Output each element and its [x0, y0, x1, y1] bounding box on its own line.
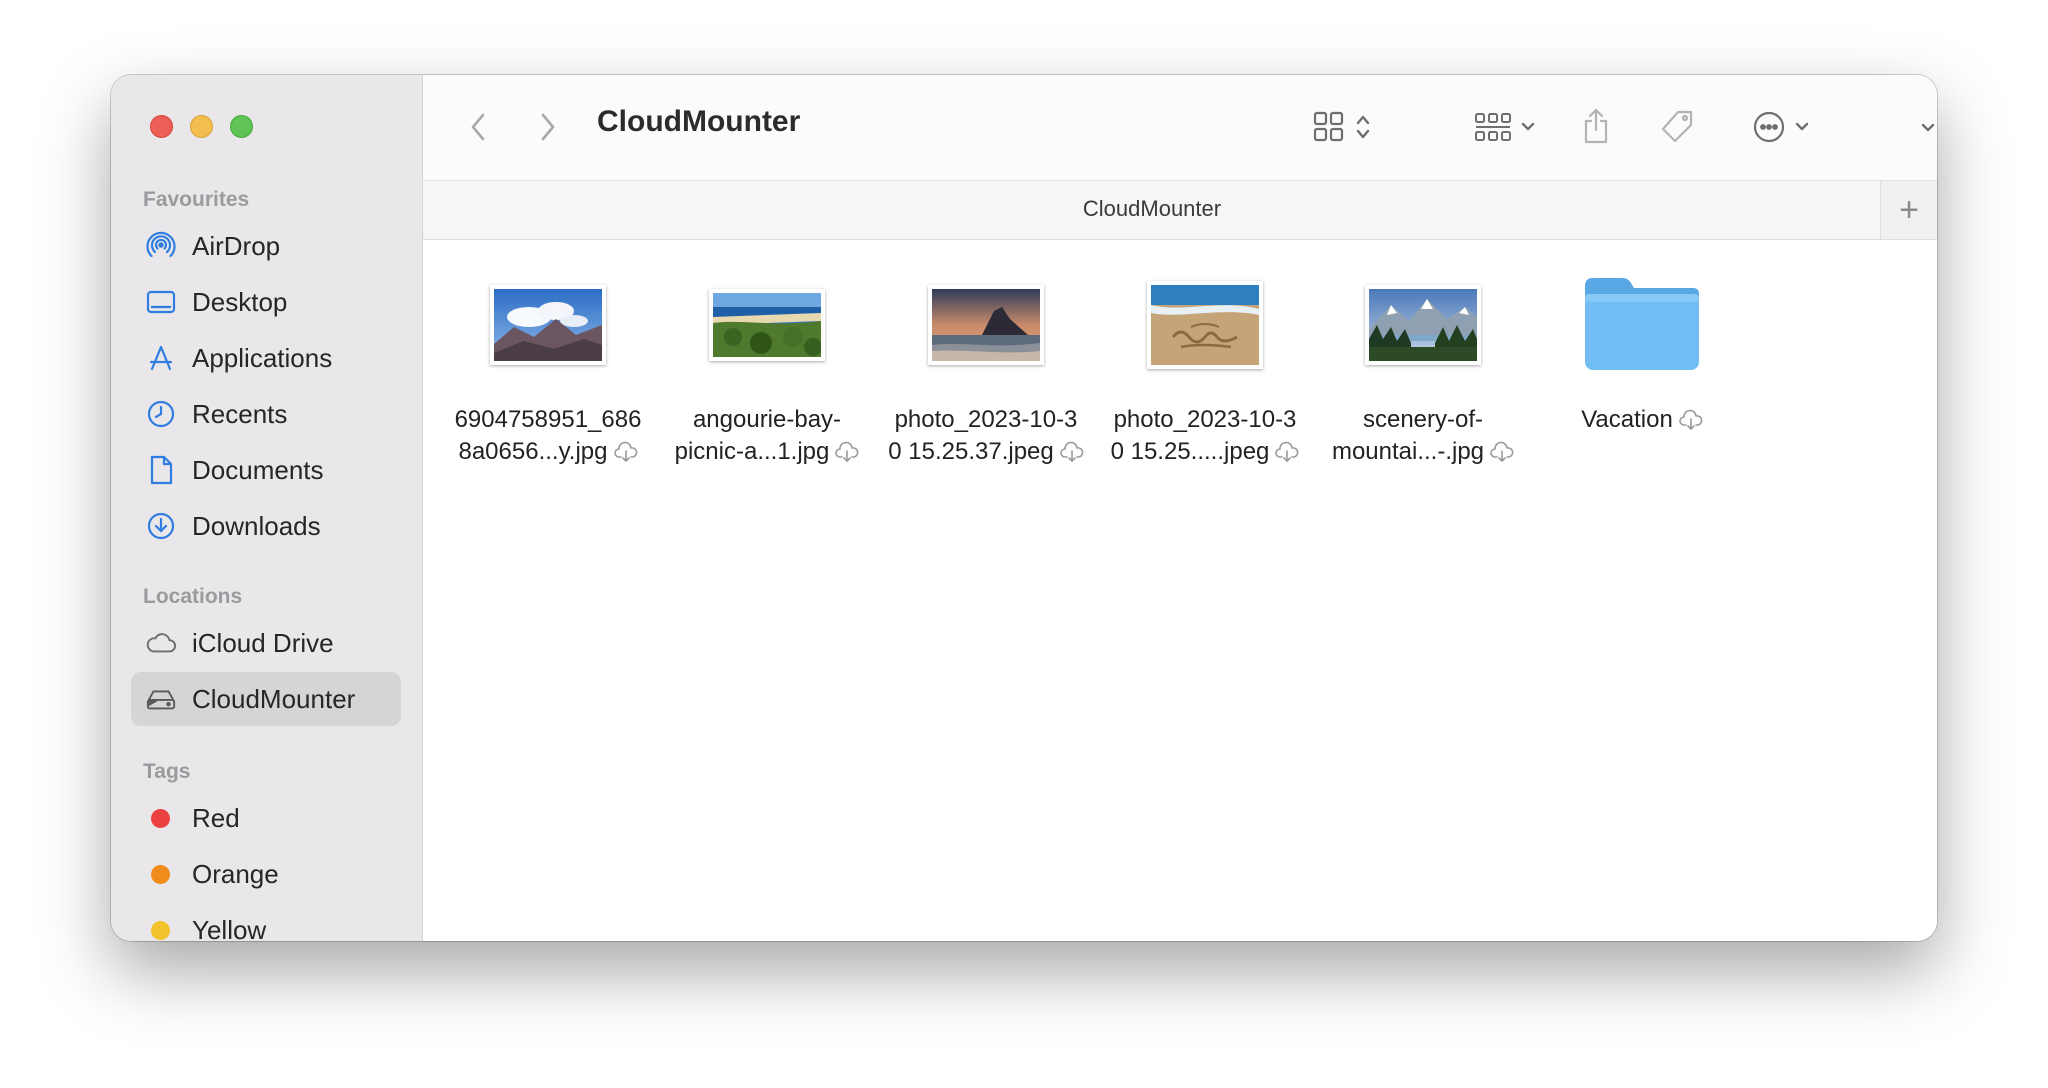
toolbar: CloudMounter: [423, 75, 1937, 180]
close-window-button[interactable]: [150, 115, 173, 138]
download-icon: [145, 510, 177, 542]
zoom-window-button[interactable]: [230, 115, 253, 138]
toolbar-overflow-button[interactable]: [1911, 111, 1937, 145]
file-name-line2: 0 15.25.37.jpeg: [888, 438, 1054, 465]
applications-icon: [145, 342, 177, 374]
tab-cloudmounter[interactable]: CloudMounter: [423, 196, 1881, 222]
finder-window: Favourites AirDrop Desktop Applications …: [111, 75, 1937, 941]
sidebar-item-cloudmounter[interactable]: CloudMounter: [131, 672, 401, 726]
locations-section-label: Locations: [143, 585, 243, 608]
file-name-line2: picnic-a...1.jpg: [674, 438, 830, 465]
sidebar-item-downloads[interactable]: Downloads: [131, 499, 401, 553]
cloud-download-icon[interactable]: [835, 441, 859, 463]
airdrop-icon: [145, 230, 177, 262]
file-name-line2: 0 15.25.....jpeg: [1110, 438, 1270, 465]
new-tab-button[interactable]: +: [1880, 181, 1937, 239]
sidebar-item-label: Downloads: [192, 510, 321, 541]
sidebar-item-label: Yellow: [192, 914, 267, 942]
file-item[interactable]: photo_2023-10-3 0 15.25.37.jpeg: [878, 274, 1094, 468]
sidebar: Favourites AirDrop Desktop Applications …: [111, 75, 423, 941]
sidebar-item-label: iCloud Drive: [192, 627, 334, 658]
desktop-icon: [145, 286, 177, 318]
cloud-download-icon[interactable]: [1059, 441, 1084, 463]
chevron-down-icon: [1521, 122, 1535, 131]
view-mode-button[interactable]: [1306, 107, 1378, 147]
red-tag-dot-icon: [151, 808, 170, 828]
sidebar-item-label: Red: [192, 802, 240, 833]
icon-grid-icon: [1313, 111, 1344, 142]
image-thumbnail: [1147, 281, 1263, 369]
cloud-icon: [145, 627, 177, 659]
cloud-download-icon[interactable]: [1490, 441, 1514, 463]
file-name-line2: 8a0656...y.jpg: [458, 438, 608, 465]
file-item[interactable]: scenery-of- mountai...-.jpg: [1315, 274, 1531, 468]
ellipsis-circle-icon: [1753, 111, 1785, 143]
sidebar-item-label: CloudMounter: [192, 683, 356, 714]
file-name-line1: scenery-of-: [1362, 406, 1484, 433]
window-title: CloudMounter: [597, 105, 801, 138]
image-thumbnail: [490, 285, 606, 365]
folder-name: Vacation: [1581, 406, 1673, 433]
folder-item[interactable]: Vacation: [1534, 274, 1750, 436]
sidebar-item-applications[interactable]: Applications: [131, 331, 401, 385]
sidebar-item-tag-red[interactable]: Red: [131, 791, 401, 845]
document-icon: [145, 454, 177, 486]
file-item[interactable]: photo_2023-10-3 0 15.25.....jpeg: [1097, 274, 1313, 468]
main-content: CloudMounter CloudMounter + 6904758951_6…: [423, 75, 1937, 941]
sidebar-item-label: AirDrop: [192, 230, 281, 261]
chevron-down-icon: [1921, 123, 1935, 132]
cloud-download-icon[interactable]: [1679, 409, 1703, 431]
image-thumbnail: [1365, 285, 1481, 365]
sidebar-item-tag-orange[interactable]: Orange: [131, 847, 401, 901]
tag-button[interactable]: [1654, 105, 1700, 149]
share-icon: [1584, 108, 1608, 144]
cloud-download-icon[interactable]: [1275, 441, 1299, 463]
sidebar-item-label: Orange: [192, 858, 279, 889]
back-button[interactable]: [463, 107, 493, 147]
share-button[interactable]: [1576, 103, 1616, 149]
sidebar-item-documents[interactable]: Documents: [131, 443, 401, 497]
file-name-line1: photo_2023-10-3: [894, 406, 1078, 433]
file-item[interactable]: 6904758951_686 8a0656...y.jpg: [440, 274, 656, 468]
drive-icon: [145, 683, 177, 715]
tags-section-label: Tags: [143, 760, 191, 783]
file-item[interactable]: angourie-bay- picnic-a...1.jpg: [659, 274, 875, 468]
tag-icon: [1661, 110, 1693, 143]
chevron-right-icon: [541, 113, 555, 141]
yellow-tag-dot-icon: [151, 920, 170, 940]
group-grid-icon: [1475, 113, 1511, 141]
sidebar-item-tag-yellow[interactable]: Yellow: [131, 903, 401, 941]
sidebar-item-recents[interactable]: Recents: [131, 387, 401, 441]
sidebar-item-label: Applications: [192, 342, 333, 373]
sidebar-item-label: Recents: [192, 398, 288, 429]
cloud-download-icon[interactable]: [613, 441, 638, 463]
folder-icon: [1585, 278, 1699, 370]
file-name-line2: mountai...-.jpg: [1331, 438, 1485, 465]
sidebar-item-desktop[interactable]: Desktop: [131, 275, 401, 329]
sidebar-item-label: Documents: [192, 454, 324, 485]
orange-tag-dot-icon: [151, 864, 170, 884]
sidebar-item-label: Desktop: [192, 286, 288, 317]
file-name-line1: 6904758951_686: [454, 406, 642, 433]
favourites-section-label: Favourites: [143, 188, 250, 211]
file-name-line1: photo_2023-10-3: [1113, 406, 1297, 433]
image-thumbnail: [928, 285, 1044, 365]
tab-bar: CloudMounter +: [423, 180, 1937, 240]
image-thumbnail: [709, 289, 825, 361]
clock-icon: [145, 398, 177, 430]
file-name-line1: angourie-bay-: [692, 406, 842, 433]
file-grid: 6904758951_686 8a0656...y.jpg angourie-b…: [423, 238, 1937, 941]
group-by-button[interactable]: [1469, 107, 1541, 147]
sidebar-item-airdrop[interactable]: AirDrop: [131, 219, 401, 273]
chevron-down-icon: [1795, 122, 1809, 131]
forward-button[interactable]: [533, 107, 563, 147]
minimize-window-button[interactable]: [190, 115, 213, 138]
sidebar-item-icloud-drive[interactable]: iCloud Drive: [131, 616, 401, 670]
more-actions-button[interactable]: [1745, 107, 1817, 147]
up-down-chevron-icon: [1356, 115, 1370, 139]
chevron-left-icon: [471, 113, 485, 141]
